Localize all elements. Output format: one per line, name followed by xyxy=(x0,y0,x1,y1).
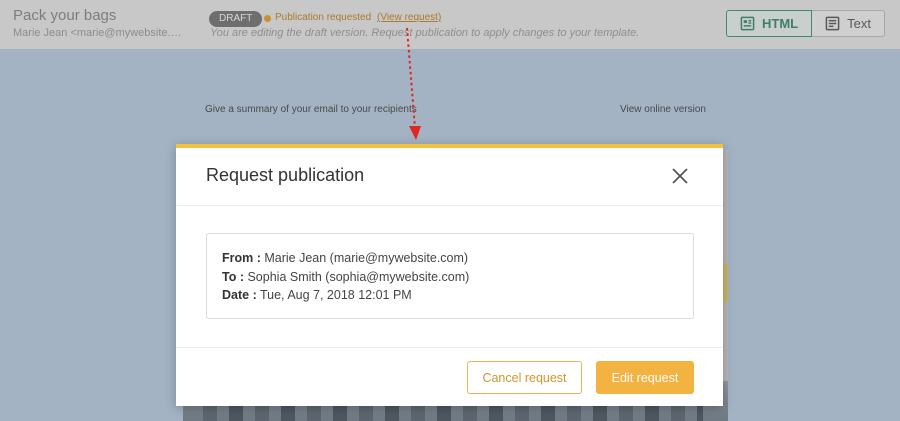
view-toggle: HTML Text xyxy=(726,10,885,37)
view-online-link[interactable]: View online version xyxy=(620,104,706,115)
close-icon[interactable] xyxy=(669,165,691,187)
status-dot-icon xyxy=(264,15,271,22)
draft-badge: DRAFT xyxy=(209,11,263,27)
edit-request-button[interactable]: Edit request xyxy=(596,361,694,394)
to-label: To : xyxy=(222,269,244,284)
request-details: From : Marie Jean (marie@mywebsite.com) … xyxy=(206,233,694,319)
publication-status: Publication requested xyxy=(275,12,372,23)
arrow-annotation-icon xyxy=(406,27,421,140)
date-label: Date : xyxy=(222,288,257,302)
from-label: From : xyxy=(222,251,261,265)
view-request-link[interactable]: (View request) xyxy=(377,12,441,23)
to-value: Sophia Smith (sophia@mywebsite.com) xyxy=(247,269,470,284)
html-view-label: HTML xyxy=(762,16,799,31)
email-summary-text: Give a summary of your email to your rec… xyxy=(205,104,417,115)
document-lines-icon xyxy=(825,16,840,31)
html-view-button[interactable]: HTML xyxy=(726,10,813,37)
sender-address: Marie Jean <marie@mywebsite.com> xyxy=(13,27,185,39)
date-row: Date : Tue, Aug 7, 2018 12:01 PM xyxy=(222,286,693,305)
campaign-title: Pack your bags xyxy=(13,7,117,24)
text-view-label: Text xyxy=(847,16,871,31)
top-bar: Pack your bags Marie Jean <marie@mywebsi… xyxy=(0,0,900,49)
to-row: To : Sophia Smith (sophia@mywebsite.com) xyxy=(222,268,693,287)
request-publication-modal: Request publication From : Marie Jean (m… xyxy=(176,144,723,406)
modal-divider xyxy=(176,205,723,206)
cancel-request-button[interactable]: Cancel request xyxy=(467,361,582,394)
from-row: From : Marie Jean (marie@mywebsite.com) xyxy=(222,249,693,268)
modal-footer-divider xyxy=(176,347,723,348)
from-value: Marie Jean (marie@mywebsite.com) xyxy=(264,251,469,265)
layout-icon xyxy=(740,16,755,31)
email-accent-strip xyxy=(723,264,728,302)
date-value: Tue, Aug 7, 2018 12:01 PM xyxy=(259,288,412,302)
modal-title: Request publication xyxy=(206,165,365,185)
text-view-button[interactable]: Text xyxy=(812,10,885,37)
